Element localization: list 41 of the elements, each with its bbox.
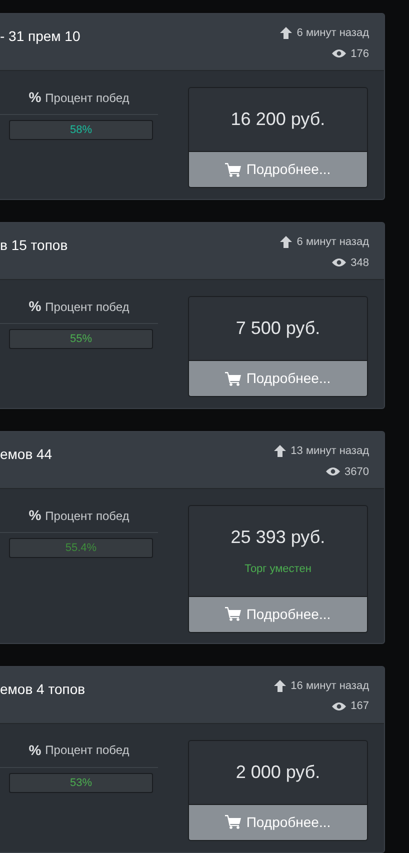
view-count: 167 <box>350 699 369 714</box>
cart-icon <box>225 607 242 622</box>
percent-icon: % <box>28 87 42 108</box>
winrate-label: Процент побед <box>45 508 130 525</box>
price: 25 393 руб. <box>230 526 326 550</box>
winrate-bar: 55% <box>9 329 153 350</box>
cart-icon <box>225 372 242 386</box>
percent-icon: % <box>28 740 42 761</box>
posted-time: 16 минут назад <box>290 678 369 694</box>
listing-title[interactable]: - 31 прем 10 <box>0 26 80 47</box>
eye-icon <box>332 49 346 58</box>
cart-icon <box>225 815 242 830</box>
up-arrow-icon <box>280 236 292 248</box>
winrate-label: Процент побед <box>45 90 130 106</box>
eye-icon <box>332 258 346 268</box>
winrate-bar: 58% <box>9 120 153 140</box>
bargain-note: Торг уместен <box>244 562 312 578</box>
eye-icon <box>326 467 340 476</box>
listing-title[interactable]: емов 44 <box>0 444 52 466</box>
up-arrow-icon <box>274 680 286 692</box>
posted-time: 6 минут назад <box>296 235 369 250</box>
view-count: 348 <box>350 256 369 271</box>
cart-icon <box>225 162 242 176</box>
listing-title[interactable]: емов 4 топов <box>0 678 86 700</box>
view-count: 176 <box>350 46 369 62</box>
posted-time: 13 минут назад <box>290 444 369 460</box>
percent-icon: % <box>28 296 42 318</box>
price: 2 000 руб. <box>236 760 320 784</box>
up-arrow-icon <box>280 27 292 40</box>
winrate-bar: 53% <box>9 772 153 793</box>
view-count: 3670 <box>344 464 369 480</box>
up-arrow-icon <box>274 445 286 458</box>
listing-title[interactable]: в 15 топов <box>0 235 68 256</box>
posted-time: 6 минут назад <box>296 26 369 41</box>
winrate-label: Процент побед <box>45 298 130 316</box>
price: 16 200 руб. <box>230 108 326 131</box>
winrate-bar: 55.4% <box>9 538 153 558</box>
percent-icon: % <box>28 505 42 526</box>
winrate-label: Процент побед <box>45 742 130 760</box>
eye-icon <box>332 702 346 712</box>
price: 7 500 руб. <box>236 317 320 340</box>
